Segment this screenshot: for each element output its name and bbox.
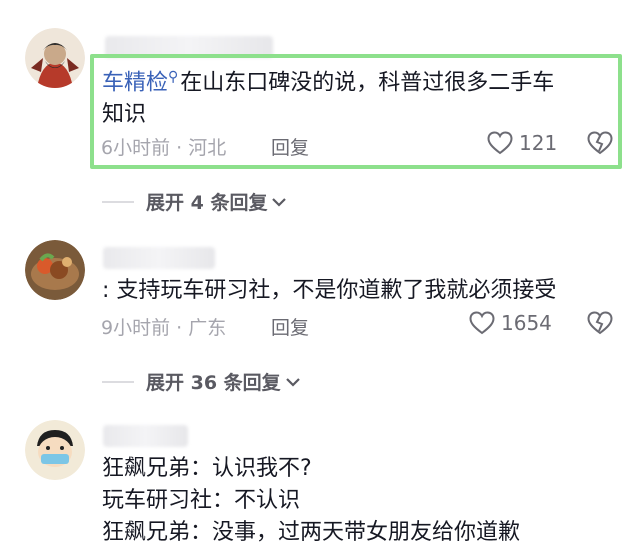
avatar-cartoon-icon — [25, 420, 85, 480]
expand-replies-button[interactable]: 展开 36 条回复 — [102, 368, 301, 395]
avatar-warrior-icon — [25, 28, 85, 88]
chevron-down-icon — [272, 197, 287, 207]
divider — [102, 380, 134, 383]
comment-text-line1: 狂飙兄弟：认识我不? — [102, 456, 312, 481]
comment-text-line3: 狂飙兄弟：没事，过两天带女朋友给你道歉 — [102, 520, 521, 545]
like-button[interactable]: 1654 — [469, 311, 552, 335]
comment-text: : 支持玩车研习社，不是你道歉了我就必须接受 — [102, 278, 557, 303]
heart-icon — [469, 311, 495, 335]
username-blurred[interactable] — [103, 247, 215, 269]
expand-replies-label: 展开 36 条回复 — [146, 372, 281, 394]
comment-text-line2: 玩车研习社：不认识 — [102, 488, 301, 513]
chevron-down-icon — [285, 377, 300, 387]
divider — [102, 200, 134, 203]
avatar[interactable] — [25, 420, 85, 480]
comment-text: 狂飙兄弟：认识我不? 玩车研习社：不认识 狂飙兄弟：没事，过两天带女朋友给你道歉 — [102, 453, 622, 549]
expand-replies-label: 展开 4 条回复 — [146, 192, 268, 214]
expand-replies-button[interactable]: 展开 4 条回复 — [102, 188, 287, 215]
reply-button[interactable]: 回复 — [271, 313, 309, 340]
like-count: 1654 — [501, 311, 552, 335]
avatar[interactable] — [25, 240, 85, 300]
broken-heart-icon — [587, 311, 613, 335]
avatar-food-icon — [25, 240, 85, 300]
highlight-box — [90, 54, 622, 169]
dislike-button[interactable] — [587, 311, 613, 339]
username-blurred[interactable] — [103, 425, 188, 447]
avatar[interactable] — [25, 28, 85, 88]
time-location: 9小时前 · 广东 — [101, 317, 227, 339]
